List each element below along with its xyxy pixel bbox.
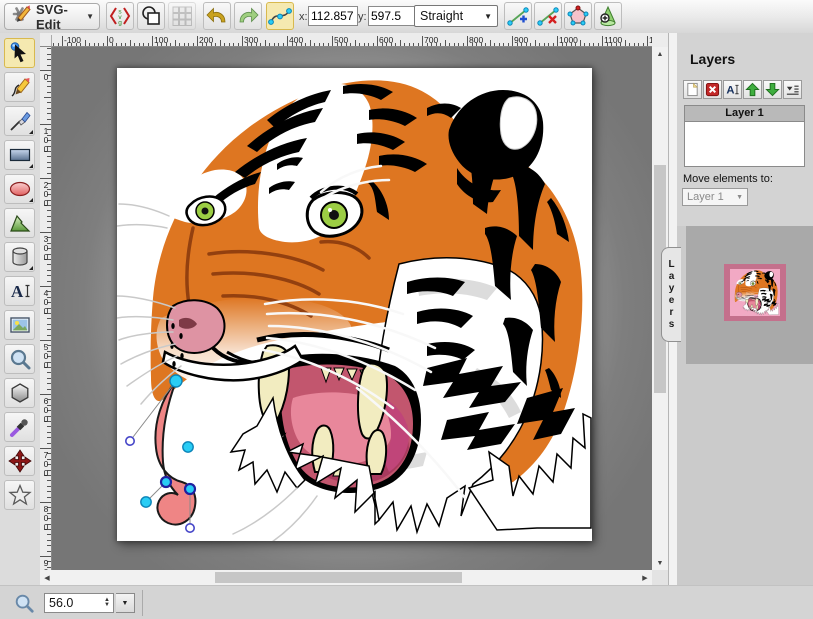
path-edit-overlay[interactable]	[117, 68, 592, 541]
text-tool-button[interactable]: A	[4, 276, 35, 306]
path-node-point[interactable]	[183, 442, 193, 452]
x-coordinate-input[interactable]	[308, 6, 358, 26]
zoom-tool-button[interactable]	[4, 344, 35, 374]
layer-row[interactable]: Layer 1	[685, 106, 804, 122]
pencil-tool-button[interactable]	[4, 72, 35, 102]
flyout-arrow-icon	[29, 198, 33, 202]
scroll-down-arrow[interactable]: ▼	[652, 556, 668, 570]
path-tool-button[interactable]	[4, 208, 35, 238]
chevron-down-icon: ▼	[484, 12, 492, 21]
workarea: -100010020030040050060070080090010001100…	[40, 33, 668, 585]
move-layer-down-button[interactable]	[763, 80, 782, 99]
flyout-arrow-icon	[29, 164, 33, 168]
horizontal-ruler: -100010020030040050060070080090010001100…	[52, 35, 652, 47]
tiger-thumbnail-image	[730, 269, 780, 316]
chevron-down-icon: ▼	[122, 600, 129, 607]
edit-source-button[interactable]: s v g	[106, 2, 134, 30]
horizontal-scroll-thumb[interactable]	[215, 572, 462, 583]
add-sub-path-button[interactable]	[594, 2, 622, 30]
move-elements-value: Layer 1	[687, 191, 724, 203]
y-coordinate-input[interactable]	[368, 6, 418, 26]
move-layer-up-button[interactable]	[743, 80, 762, 99]
segment-type-select[interactable]: Straight ▼	[414, 5, 498, 27]
ellipse-tool-button[interactable]	[4, 174, 35, 204]
rectangle-tool-button[interactable]	[4, 140, 35, 170]
move-elements-select[interactable]: Layer 1 ▼	[682, 188, 748, 206]
shape-library-button[interactable]	[4, 242, 35, 272]
ruler-corner	[40, 35, 52, 47]
path-node-ring[interactable]	[185, 484, 195, 494]
vertical-ruler: 0100200300400500600700800900	[40, 47, 52, 570]
layers-panel-title: Layers	[690, 51, 735, 67]
select-tool-button[interactable]	[4, 38, 35, 68]
move-elements-label: Move elements to:	[683, 173, 773, 185]
eyedropper-tool-button[interactable]	[4, 412, 35, 442]
magnifier-icon	[13, 592, 35, 619]
path-node-handle[interactable]	[126, 437, 134, 445]
tiger-thumbnail	[724, 264, 786, 321]
zoom-dropdown-button[interactable]: ▼	[116, 593, 135, 613]
flyout-arrow-icon	[29, 130, 33, 134]
path-node-handle[interactable]	[186, 524, 194, 532]
undo-button[interactable]	[203, 2, 231, 30]
chevron-down-icon: ▼	[736, 194, 743, 201]
scrollbar-corner	[652, 570, 668, 585]
delete-node-button[interactable]	[534, 2, 562, 30]
preview-area	[686, 226, 813, 364]
scroll-right-arrow[interactable]: ▶	[638, 570, 652, 585]
svg-text:g: g	[118, 20, 122, 27]
zoom-level-input[interactable]: 56.0 ▲▼	[44, 593, 114, 613]
zoom-level-value: 56.0	[45, 596, 101, 610]
y-coordinate-label: y:	[358, 11, 367, 23]
flyout-arrow-icon	[29, 266, 33, 270]
layer-menu-button[interactable]	[783, 80, 802, 99]
chevron-down-icon: ▼	[86, 12, 94, 21]
line-tool-button[interactable]	[4, 106, 35, 136]
x-coordinate-label: x:	[299, 11, 308, 23]
star-tool-button[interactable]	[4, 480, 35, 510]
segment-type-value: Straight	[420, 9, 463, 23]
svg-text:A: A	[726, 85, 734, 97]
divider	[142, 590, 143, 616]
left-toolbar: A	[0, 33, 41, 585]
open-close-path-button[interactable]	[564, 2, 592, 30]
scroll-left-arrow[interactable]: ◀	[40, 570, 54, 585]
image-tool-button[interactable]	[4, 310, 35, 340]
path-node-mode-button[interactable]	[266, 2, 294, 30]
layer-list[interactable]: Layer 1	[684, 105, 805, 167]
horizontal-scrollbar[interactable]: ◀ ▶	[40, 570, 652, 585]
layers-panel-toggle[interactable]: Layers	[661, 247, 681, 342]
stamp-tool-button[interactable]	[4, 446, 35, 476]
new-layer-button[interactable]	[683, 80, 702, 99]
path-node-point[interactable]	[141, 497, 151, 507]
layers-button-row: A	[683, 80, 802, 99]
redo-button[interactable]	[234, 2, 262, 30]
layers-panel: Layers A	[677, 33, 813, 226]
editing-path	[155, 381, 195, 524]
zoom-spinner[interactable]: ▲▼	[101, 598, 113, 608]
path-node-selected[interactable]	[170, 375, 182, 387]
main-menu-button[interactable]: SVG-Edit ▼	[4, 3, 100, 30]
drawing-canvas[interactable]	[117, 68, 592, 541]
top-toolbar: SVG-Edit ▼ s v g	[0, 0, 813, 34]
scroll-up-arrow[interactable]: ▲	[652, 47, 668, 61]
add-node-button[interactable]	[504, 2, 532, 30]
rename-layer-button[interactable]: A	[723, 80, 742, 99]
svg-text:A: A	[11, 282, 24, 301]
grid-button[interactable]	[168, 2, 196, 30]
app-title: SVG-Edit	[36, 2, 82, 32]
svg-edit-logo-icon	[10, 3, 32, 30]
right-panel: Layers A	[677, 33, 813, 585]
layers-tab-label: Layers	[666, 259, 677, 331]
path-node-ring[interactable]	[161, 477, 171, 487]
delete-layer-button[interactable]	[703, 80, 722, 99]
bottom-bar: 56.0 ▲▼ ▼	[0, 585, 813, 619]
svg-edit-app: SVG-Edit ▼ s v g	[0, 0, 813, 619]
document-properties-button[interactable]	[137, 2, 165, 30]
canvas-viewport[interactable]	[52, 47, 652, 570]
polygon-tool-button[interactable]	[4, 378, 35, 408]
